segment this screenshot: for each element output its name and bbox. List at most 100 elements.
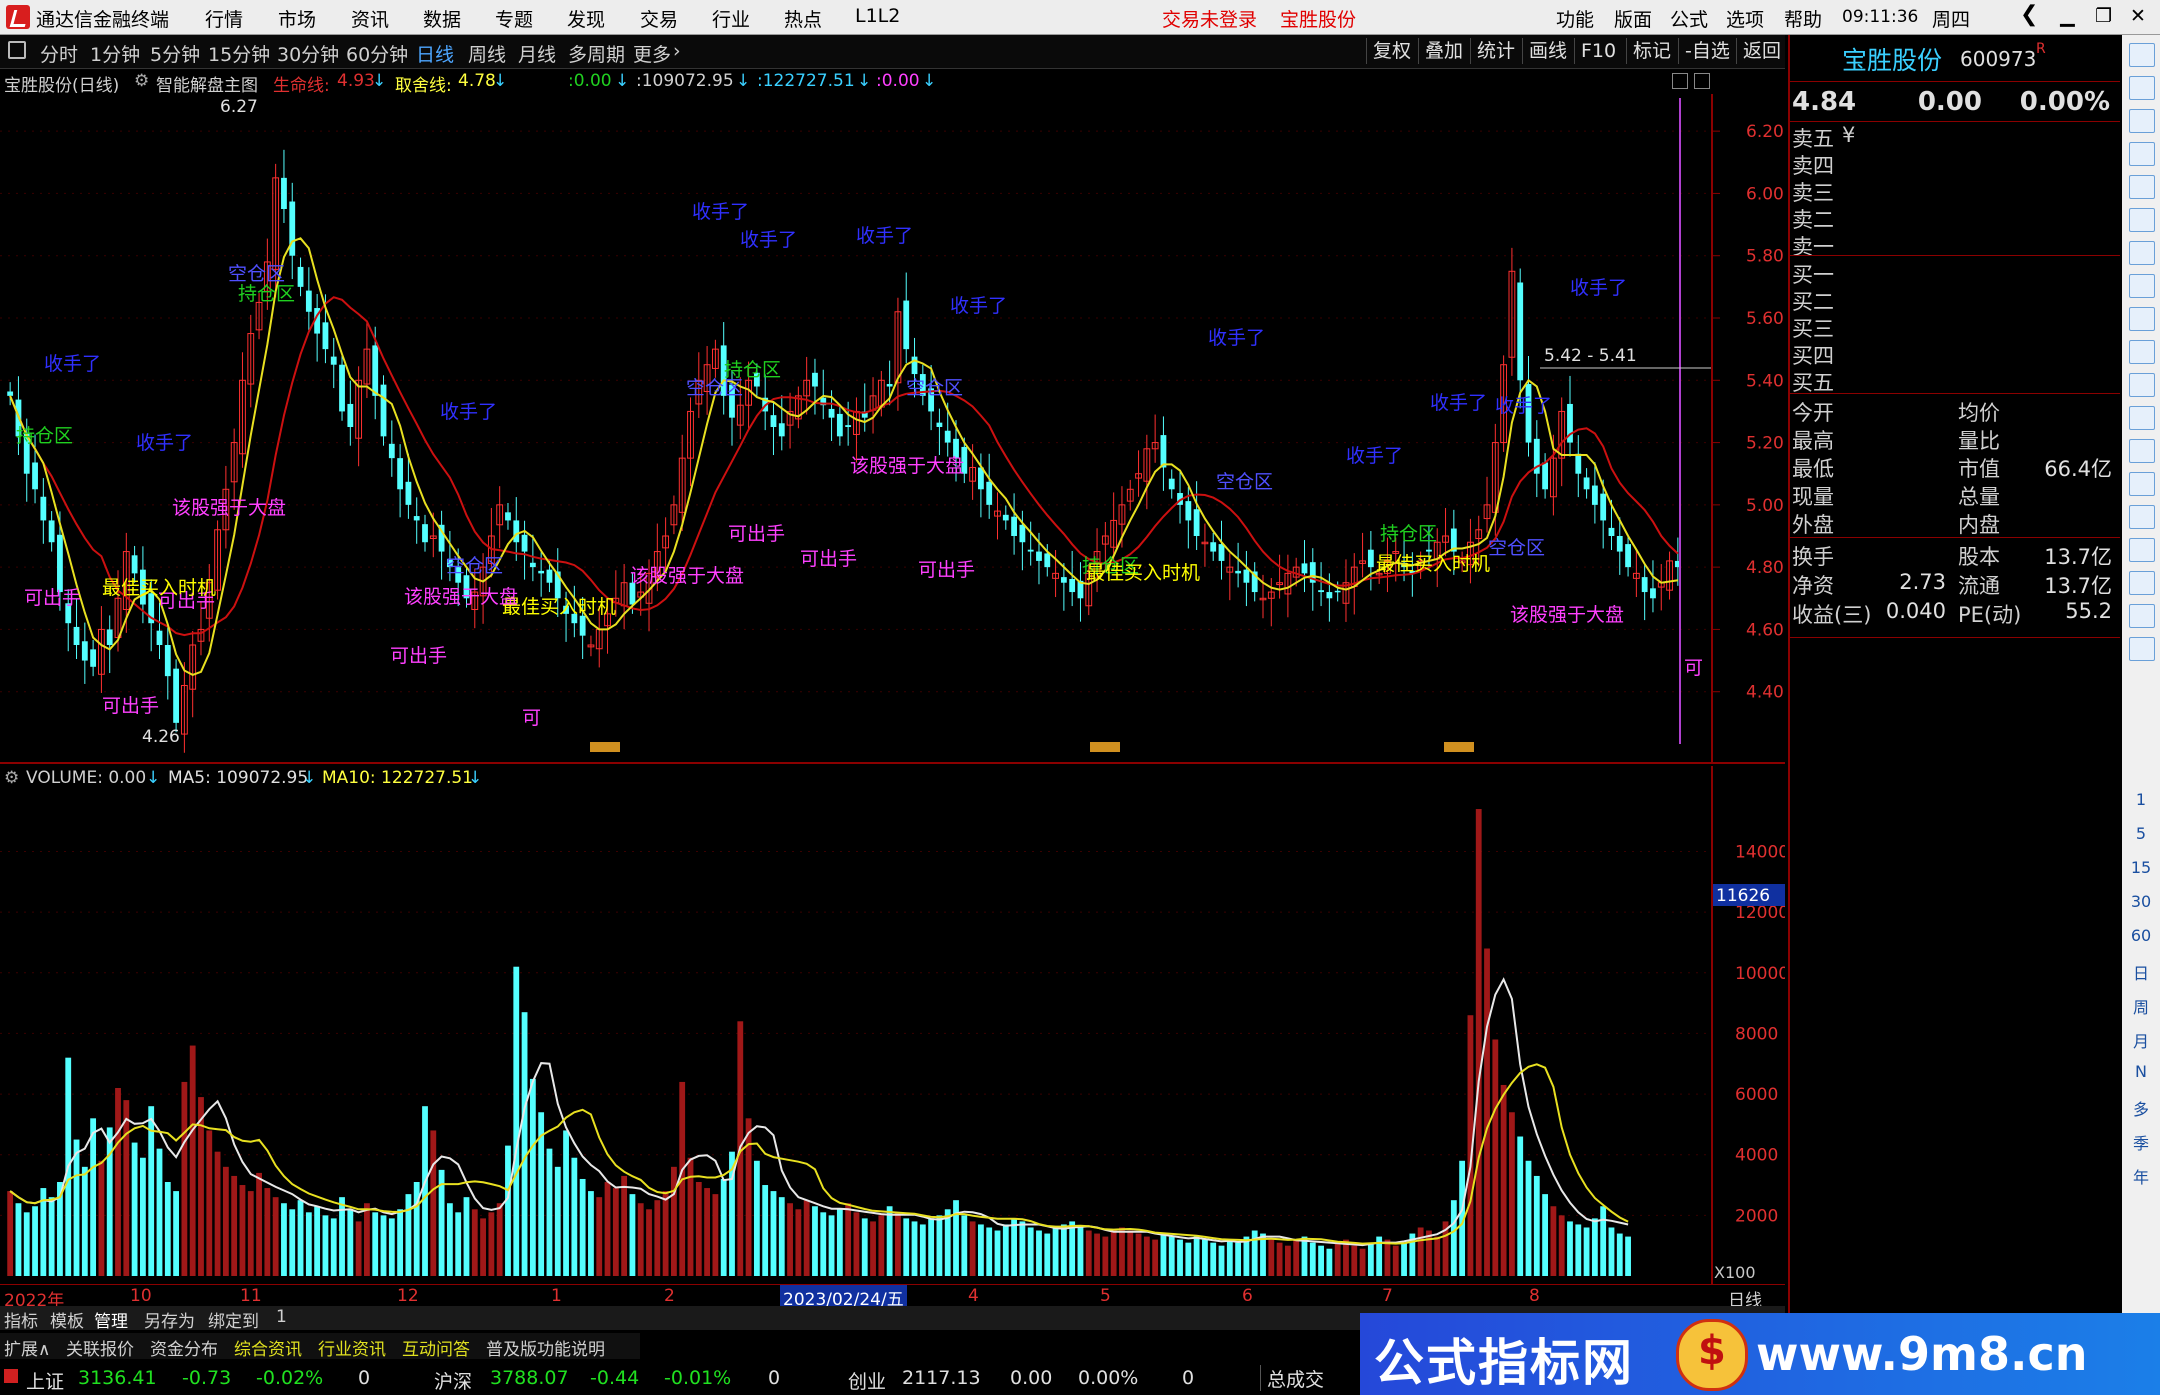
time-icon[interactable] <box>2129 439 2155 463</box>
btn-tongji[interactable]: 统计 <box>1470 38 1521 64</box>
volume-chart[interactable]: 14000 12000 10000 8000 6000 4000 2000 11626 X1… <box>0 766 1785 1284</box>
tab-moban[interactable]: 模板 <box>50 1307 84 1332</box>
sell-level-row[interactable]: 卖四 <box>1790 150 2120 178</box>
menu-xuanxiang[interactable]: 选项 <box>1726 5 1764 32</box>
side-period-button[interactable]: N <box>2122 1062 2160 1081</box>
btn-biaoji[interactable]: 标记 <box>1626 38 1677 64</box>
level2-icon[interactable] <box>2129 109 2155 133</box>
down-arrow-icon[interactable] <box>2129 76 2155 100</box>
menu-l1l2[interactable]: L1L2 <box>855 5 900 27</box>
menu-redian[interactable]: 热点 <box>784 5 822 32</box>
side-period-button[interactable]: 年 <box>2122 1164 2160 1188</box>
tab-zijinfenbu[interactable]: 资金分布 <box>150 1335 218 1360</box>
period-60min[interactable]: 60分钟 <box>346 40 408 67</box>
tab-hangyezixun[interactable]: 行业资讯 <box>318 1335 386 1360</box>
period-5min[interactable]: 5分钟 <box>150 40 200 67</box>
sell-level-row[interactable]: 卖二 <box>1790 204 2120 232</box>
tab-kuozhan[interactable]: 扩展∧ <box>4 1335 50 1360</box>
total-turnover-label[interactable]: 总成交 <box>1260 1365 1324 1391</box>
period-15min[interactable]: 15分钟 <box>208 40 270 67</box>
sell-level-row[interactable]: 卖五 ¥ <box>1790 123 2120 151</box>
tab-zonghezixun[interactable]: 综合资讯 <box>234 1335 302 1360</box>
index-hs-name[interactable]: 沪深 <box>434 1367 472 1394</box>
more-chevron-icon[interactable]: › <box>673 40 681 62</box>
pen-icon[interactable] <box>2129 571 2155 595</box>
side-period-button[interactable]: 周 <box>2122 994 2160 1018</box>
up-arrow-icon[interactable] <box>2129 43 2155 67</box>
f2-icon[interactable] <box>2129 406 2155 430</box>
btn-fanhui[interactable]: 返回 <box>1736 38 1787 64</box>
side-period-button[interactable]: 5 <box>2122 824 2160 843</box>
bars-icon[interactable] <box>2129 241 2155 265</box>
buy-level-row[interactable]: 买一 <box>1790 259 2120 287</box>
menu-hangqing[interactable]: 行情 <box>205 5 243 32</box>
tab-lingcunwei[interactable]: 另存为 <box>144 1307 195 1332</box>
index-sh-name[interactable]: 上证 <box>26 1367 64 1394</box>
rsi-icon[interactable] <box>2129 472 2155 496</box>
side-period-button[interactable]: 多 <box>2122 1096 2160 1120</box>
k-chart-icon[interactable] <box>2129 142 2155 166</box>
btn-diejia[interactable]: 叠加 <box>1418 38 1469 64</box>
period-weekly[interactable]: 周线 <box>468 40 506 67</box>
menu-banmian[interactable]: 版面 <box>1614 5 1652 32</box>
side-period-button[interactable]: 15 <box>2122 858 2160 877</box>
menu-zixun[interactable]: 资讯 <box>351 5 389 32</box>
side-period-button[interactable]: 1 <box>2122 790 2160 809</box>
copy-icon[interactable] <box>2129 637 2155 661</box>
login-status[interactable]: 交易未登录 <box>1162 5 1257 32</box>
event-marker-icon[interactable] <box>590 742 620 752</box>
volume-settings-icon[interactable]: ⚙ <box>4 768 19 788</box>
close-icon[interactable]: ✕ <box>2130 5 2146 27</box>
rs-icon[interactable] <box>2129 505 2155 529</box>
sell-level-row[interactable]: 卖三 <box>1790 177 2120 205</box>
tab-hudongwenda[interactable]: 互动问答 <box>402 1335 470 1360</box>
event-marker-icon[interactable] <box>1444 742 1474 752</box>
period-monthly[interactable]: 月线 <box>518 40 556 67</box>
buy-level-row[interactable]: 买二 <box>1790 286 2120 314</box>
indicator-settings-icon[interactable]: ⚙ <box>134 71 149 91</box>
period-30min[interactable]: 30分钟 <box>277 40 339 67</box>
event-marker-icon[interactable] <box>1090 742 1120 752</box>
trend-icon[interactable] <box>2129 208 2155 232</box>
restore-icon[interactable]: ❐ <box>2095 5 2112 27</box>
panel-toggle-icon[interactable] <box>8 41 26 59</box>
chart-window-icon[interactable] <box>1694 73 1710 89</box>
tab-guanli[interactable]: 管理 <box>94 1307 128 1332</box>
tab-guanlianbaojia[interactable]: 关联报价 <box>66 1335 134 1360</box>
menu-shuju[interactable]: 数据 <box>423 5 461 32</box>
book-icon[interactable] <box>2129 175 2155 199</box>
tab-pujiban[interactable]: 普及版功能说明 <box>486 1335 605 1360</box>
list-icon[interactable] <box>2129 340 2155 364</box>
buy-level-row[interactable]: 买三 <box>1790 313 2120 341</box>
price-chart[interactable]: 收手了收手了收手了 收手了收手了收手了收手了收手了收手了收手了 收手了收手了持仓区持… <box>0 94 1785 764</box>
side-period-button[interactable]: 日 <box>2122 960 2160 984</box>
tab-bangdingdao[interactable]: 绑定到 <box>208 1307 259 1332</box>
side-period-button[interactable]: 月 <box>2122 1028 2160 1052</box>
btn-f10[interactable]: F10 <box>1574 38 1622 64</box>
menu-gongshi[interactable]: 公式 <box>1670 5 1708 32</box>
side-period-button[interactable]: 30 <box>2122 892 2160 911</box>
menu-shichang[interactable]: 市场 <box>278 5 316 32</box>
menu-gongneng[interactable]: 功能 <box>1556 5 1594 32</box>
period-daily[interactable]: 日线 <box>416 40 454 67</box>
menu-jiaoyi[interactable]: 交易 <box>640 5 678 32</box>
menu-faxian[interactable]: 发现 <box>567 5 605 32</box>
btn-huaxian[interactable]: 画线 <box>1522 38 1573 64</box>
sell-level-row[interactable]: 卖一 <box>1790 231 2120 259</box>
menu-hangye[interactable]: 行业 <box>712 5 750 32</box>
buy-level-row[interactable]: 买四 <box>1790 340 2120 368</box>
menu-zhuanti[interactable]: 专题 <box>495 5 533 32</box>
index-cy-name[interactable]: 创业 <box>848 1367 886 1394</box>
tab-zhibiao[interactable]: 指标 <box>4 1307 38 1332</box>
news-icon[interactable] <box>2129 274 2155 298</box>
back-icon[interactable]: ❮ <box>2020 2 2038 27</box>
indicator-name[interactable]: 智能解盘主图 <box>156 71 258 96</box>
chart-window-icon[interactable] <box>1672 73 1688 89</box>
period-fenshi[interactable]: 分时 <box>40 40 78 67</box>
menu-bangzhu[interactable]: 帮助 <box>1784 5 1822 32</box>
btn-zixuan[interactable]: -自选 <box>1678 38 1736 64</box>
move-icon[interactable] <box>2129 538 2155 562</box>
f10-icon[interactable] <box>2129 307 2155 331</box>
period-multi[interactable]: 多周期 <box>568 40 625 67</box>
period-1min[interactable]: 1分钟 <box>90 40 140 67</box>
